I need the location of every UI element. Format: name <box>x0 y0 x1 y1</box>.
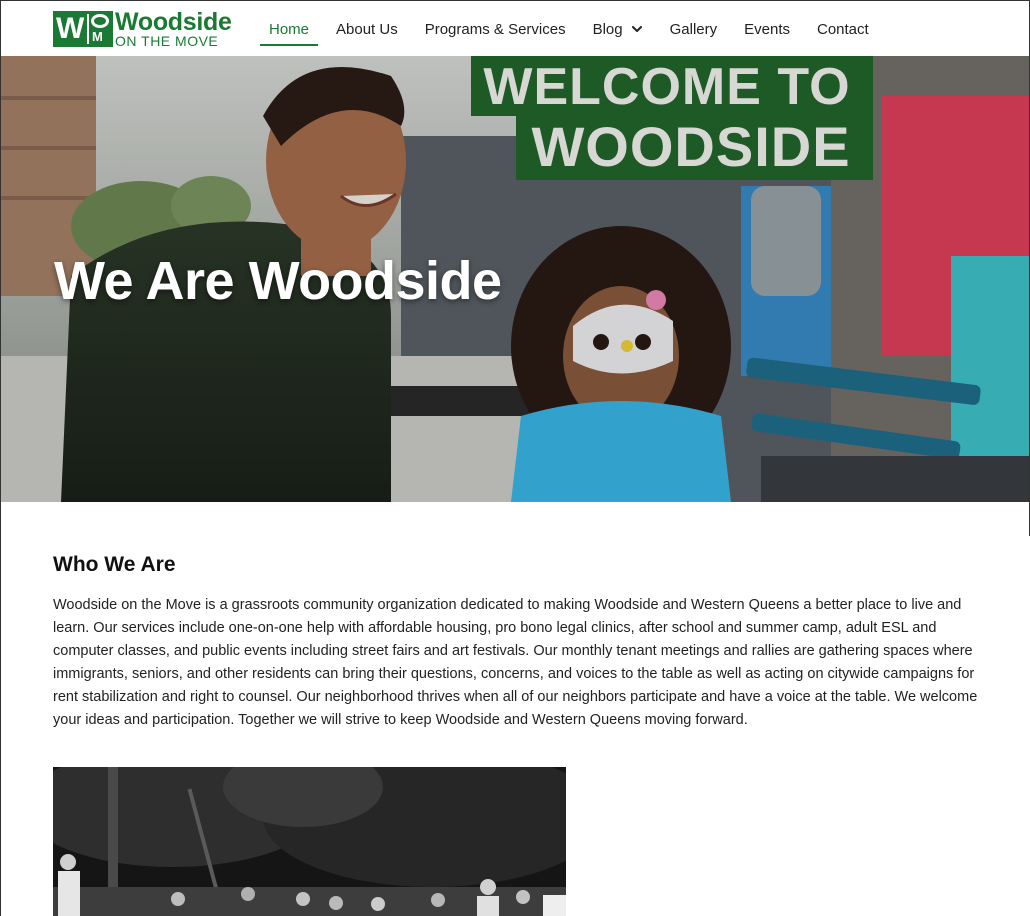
logo-mark-sub: M <box>92 29 103 44</box>
welcome-sign-line-2: WOODSIDE <box>531 115 850 178</box>
community-photo-image <box>53 767 566 916</box>
who-we-are-body: Woodside on the Move is a grassroots com… <box>53 597 978 728</box>
community-photo <box>53 767 566 916</box>
logo-wordmark: Woodside ON THE MOVE <box>115 8 232 49</box>
nav-about-us[interactable]: About Us <box>336 1 398 57</box>
hero-title: We Are Woodside <box>54 251 502 311</box>
logo-mark: W M <box>53 11 113 47</box>
who-we-are-heading: Who We Are <box>53 553 176 576</box>
nav-home-label: Home <box>269 20 310 38</box>
nav-events[interactable]: Events <box>744 1 790 57</box>
nav-programs-services[interactable]: Programs & Services <box>425 1 566 57</box>
hero-banner: WELCOME TO WOODSIDE We Are Woodside <box>0 56 1030 502</box>
logo-line-2: ON THE MOVE <box>115 33 219 49</box>
nav-gallery[interactable]: Gallery <box>670 1 718 57</box>
nav-contact-label: Contact <box>817 20 869 38</box>
nav-contact[interactable]: Contact <box>817 1 869 57</box>
logo-mark-ring <box>91 14 109 28</box>
logo-mark-divider <box>87 14 89 44</box>
nav-about-us-label: About Us <box>336 20 398 38</box>
site-logo[interactable]: W M Woodside ON THE MOVE <box>53 8 232 49</box>
nav-gallery-label: Gallery <box>669 20 718 38</box>
site-header: W M Woodside ON THE MOVE Home About Us P… <box>0 0 1030 56</box>
nav-blog-label: Blog <box>592 20 623 38</box>
nav-blog[interactable]: Blog <box>593 1 643 57</box>
main-nav: Home About Us Programs & Services Blog G… <box>260 1 896 57</box>
main-content: Who We Are Woodside on the Move is a gra… <box>0 502 1030 916</box>
nav-programs-services-label: Programs & Services <box>424 20 566 38</box>
welcome-sign-line-1: WELCOME TO <box>483 58 850 116</box>
welcome-sign: WELCOME TO WOODSIDE <box>471 56 873 180</box>
logo-line-1: Woodside <box>115 8 232 36</box>
chevron-down-icon[interactable] <box>631 23 643 35</box>
nav-home[interactable]: Home <box>260 1 319 57</box>
logo-mark-letter: W <box>56 12 85 45</box>
nav-events-label: Events <box>744 20 790 38</box>
